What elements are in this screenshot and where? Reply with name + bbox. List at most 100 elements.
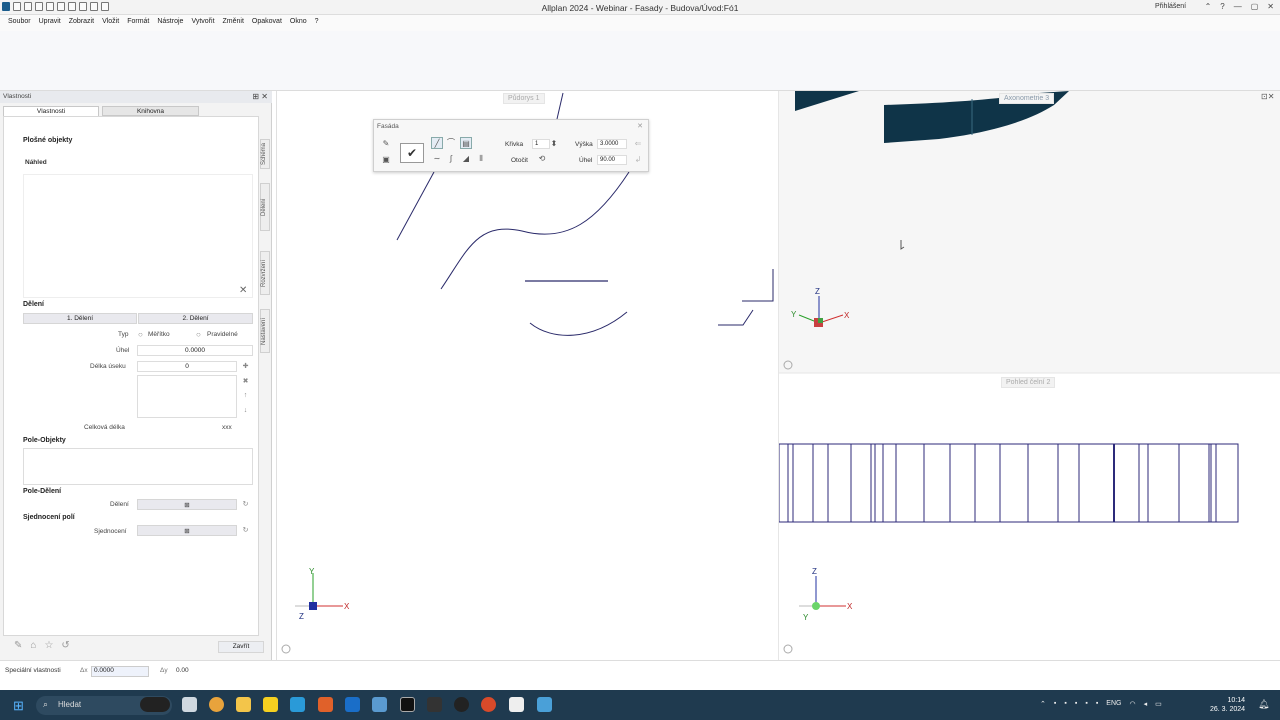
tray-app-icon[interactable]: ▪: [1085, 700, 1087, 708]
save-icon[interactable]: ▣: [380, 154, 392, 166]
vyska-input[interactable]: 3.0000: [597, 139, 627, 149]
pole-objekty-list[interactable]: [23, 448, 253, 485]
arrow-icon[interactable]: ⇐: [632, 138, 644, 150]
sjednoceni-grid-button[interactable]: ⊞: [137, 525, 237, 536]
settings-taskbar-icon[interactable]: [427, 697, 442, 712]
login-link[interactable]: Přihlášení: [1155, 3, 1186, 10]
tab-vlastnosti[interactable]: Vlastnosti: [3, 106, 99, 116]
delete-icon[interactable]: ✖: [240, 377, 251, 388]
menu-help[interactable]: ?: [311, 15, 323, 31]
close-button[interactable]: Zavřít: [218, 641, 264, 653]
menu-format[interactable]: Formát: [123, 15, 153, 31]
tray-app-icon[interactable]: ▪: [1064, 700, 1066, 708]
sticky-notes-icon[interactable]: [263, 697, 278, 712]
skype-icon[interactable]: [290, 697, 305, 712]
volume-icon[interactable]: ◂: [1144, 700, 1148, 708]
allplan-taskbar-icon[interactable]: [400, 697, 415, 712]
dy-input[interactable]: 0.00: [176, 667, 189, 674]
spline-tool-icon[interactable]: ∫: [445, 153, 457, 165]
task-view-icon[interactable]: [182, 697, 197, 712]
side-tab-nastaveni[interactable]: Nastavení: [260, 309, 270, 353]
menu-vlozit[interactable]: Vložit: [98, 15, 123, 31]
help-app-icon[interactable]: [509, 697, 524, 712]
menu-vytvorit[interactable]: Vytvořit: [187, 15, 218, 31]
wifi-icon[interactable]: ◠: [1129, 700, 1135, 708]
app-icon[interactable]: [372, 697, 387, 712]
widget-icon[interactable]: [140, 697, 170, 712]
collapse-ribbon-icon[interactable]: ⌃: [1205, 2, 1212, 11]
pipette-icon[interactable]: ✎: [14, 640, 22, 651]
minimize-button[interactable]: —: [1234, 2, 1242, 11]
chevron-up-icon[interactable]: ⌃: [1040, 700, 1046, 708]
section-pole-objekty: Pole-Objekty: [23, 437, 66, 444]
tray-app-icon[interactable]: ▪: [1075, 700, 1077, 708]
chrome-icon[interactable]: [209, 697, 224, 712]
tray-app-icon[interactable]: ▪: [1054, 700, 1056, 708]
viewport-controls[interactable]: ⊡✕: [1261, 92, 1274, 101]
file-explorer-icon[interactable]: [236, 697, 251, 712]
battery-icon[interactable]: ▭: [1155, 700, 1162, 708]
return-icon[interactable]: ↲: [632, 154, 644, 166]
tab-knihovna[interactable]: Knihovna: [102, 106, 199, 116]
menu-okno[interactable]: Okno: [286, 15, 311, 31]
refresh-icon[interactable]: ↻: [240, 500, 251, 511]
save-favorite-icon[interactable]: ☆: [44, 640, 53, 651]
menu-upravit[interactable]: Upravit: [35, 15, 65, 31]
windows-start-icon[interactable]: ⊞: [13, 698, 24, 714]
menu-soubor[interactable]: Soubor: [4, 15, 35, 31]
side-tab-deleni[interactable]: Dělení: [260, 183, 270, 231]
microphone-icon[interactable]: ▪: [1096, 700, 1098, 708]
bars-tool-icon[interactable]: ⫴: [475, 153, 487, 165]
krivka-input[interactable]: 1: [532, 139, 550, 149]
maximize-button[interactable]: ▢: [1251, 2, 1259, 11]
pipette-icon[interactable]: ✎: [380, 138, 392, 150]
close-window-button[interactable]: ✕: [1267, 2, 1274, 11]
close-icon[interactable]: ✕: [239, 285, 247, 296]
taskbar-clock[interactable]: 10:14 26. 3. 2024: [1210, 696, 1245, 714]
outlook-icon[interactable]: [345, 697, 360, 712]
open-favorite-icon[interactable]: ⌂: [30, 640, 36, 651]
side-tab-schema[interactable]: Schéma: [260, 139, 270, 169]
reset-icon[interactable]: ↺: [61, 640, 69, 651]
brave-icon[interactable]: [318, 697, 333, 712]
move-down-icon[interactable]: ↓: [240, 407, 251, 418]
element-tool-icon[interactable]: ▤: [460, 137, 472, 149]
line-tool-icon[interactable]: ╱: [431, 137, 443, 149]
viewport-right[interactable]: Z X Y Z X Y Axonometrie 3 ⊡✕ Pohled čeln…: [778, 91, 1280, 660]
viewport-label-pohled: Pohled čelní 2: [1001, 377, 1056, 388]
rotate-icon[interactable]: ⟲: [536, 153, 548, 165]
refresh-icon[interactable]: ↻: [240, 526, 251, 537]
language-indicator[interactable]: ENG: [1106, 700, 1121, 708]
menu-nastroje[interactable]: Nástroje: [153, 15, 187, 31]
panel-pin-close[interactable]: ⊞ ✕: [252, 92, 268, 101]
move-up-icon[interactable]: ↑: [240, 392, 251, 403]
close-icon[interactable]: ✕: [637, 122, 643, 130]
side-tab-rozvrzeni[interactable]: Rozvržení: [260, 251, 270, 295]
menu-zobrazit[interactable]: Zobrazit: [65, 15, 98, 31]
media-icon[interactable]: [454, 697, 469, 712]
radio-meritko[interactable]: ○: [138, 330, 143, 339]
uhel-input[interactable]: 90.00: [597, 155, 627, 165]
curve-tool-icon[interactable]: ∼: [431, 153, 443, 165]
special-properties-label[interactable]: Speciální vlastnosti: [5, 667, 61, 674]
slope-tool-icon[interactable]: ◢: [460, 153, 472, 165]
radio-pravidelne[interactable]: ○: [196, 330, 201, 339]
deleni-tab-2[interactable]: 2. Dělení: [138, 313, 253, 324]
notification-icon[interactable]: 🔔︎: [1258, 699, 1269, 710]
deleni-grid-button[interactable]: ⊞: [137, 499, 237, 510]
menu-opakovat[interactable]: Opakovat: [248, 15, 286, 31]
deleni-tab-1[interactable]: 1. Dělení: [23, 313, 137, 324]
confirm-check-icon[interactable]: ✔: [400, 143, 424, 163]
add-icon[interactable]: ✚: [240, 362, 251, 373]
uhel-input[interactable]: 0.0000: [137, 345, 253, 356]
snow-app-icon[interactable]: [537, 697, 552, 712]
viewport-pudorys[interactable]: Půdorys 1 Y X Z: [276, 91, 777, 660]
menu-zmenit[interactable]: Změnit: [219, 15, 248, 31]
delka-useku-input[interactable]: 0: [137, 361, 237, 372]
powerpoint-icon[interactable]: [481, 697, 496, 712]
arc-tool-icon[interactable]: ⌒: [445, 137, 457, 149]
dx-input[interactable]: 0.0000: [91, 666, 149, 677]
stepper-icon[interactable]: ⬍: [550, 138, 558, 150]
delka-list[interactable]: [137, 375, 237, 418]
help-icon[interactable]: ?: [1220, 2, 1224, 11]
